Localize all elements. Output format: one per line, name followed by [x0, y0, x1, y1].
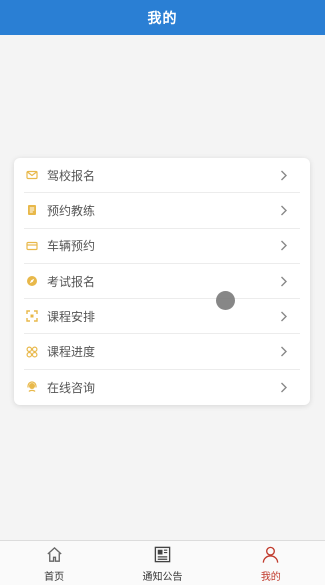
- grid-icon: [25, 345, 39, 359]
- menu-item-online-consult[interactable]: 在线咨询: [24, 370, 300, 405]
- menu-item-course-progress[interactable]: 课程进度: [24, 334, 300, 370]
- expand-icon: [25, 309, 39, 323]
- menu-item-label: 课程进度: [47, 345, 96, 360]
- tab-home[interactable]: 首页: [0, 541, 108, 585]
- touch-indicator: [216, 291, 235, 310]
- card-icon: [25, 239, 39, 253]
- menu-item-label: 驾校报名: [47, 168, 96, 183]
- headset-icon: [25, 380, 39, 394]
- chevron-right-icon: [276, 379, 292, 395]
- menu-item-label: 在线咨询: [47, 380, 96, 395]
- menu-item-book-coach[interactable]: 预约教练: [24, 193, 300, 229]
- menu-item-driving-school-signup[interactable]: 驾校报名: [24, 158, 300, 194]
- menu-item-label: 考试报名: [47, 274, 96, 289]
- header-bar: 我的: [0, 0, 325, 35]
- newspaper-icon: [151, 543, 173, 565]
- user-icon: [260, 543, 282, 565]
- chevron-right-icon: [276, 308, 292, 324]
- tab-label: 我的: [260, 572, 281, 583]
- envelope-icon: [25, 168, 39, 182]
- document-icon: [25, 203, 39, 217]
- menu-item-vehicle-booking[interactable]: 车辆预约: [24, 229, 300, 264]
- menu-item-label: 预约教练: [47, 203, 96, 218]
- menu-item-course-schedule[interactable]: 课程安排: [24, 299, 300, 335]
- home-icon: [43, 543, 65, 565]
- menu-card: 驾校报名 预约教练 车辆预约 考试报名 课程安排 课程进度 在线咨询: [14, 158, 310, 405]
- chevron-right-icon: [276, 167, 292, 183]
- chevron-right-icon: [276, 202, 292, 218]
- chevron-right-icon: [276, 238, 292, 254]
- screen: 我的 驾校报名 预约教练 车辆预约 考试报名 课程安排 课程进度 在线咨询 首页…: [0, 0, 325, 585]
- menu-item-exam-signup[interactable]: 考试报名: [24, 264, 300, 300]
- chevron-right-icon: [276, 344, 292, 360]
- chevron-right-icon: [276, 273, 292, 289]
- compass-icon: [25, 274, 39, 288]
- tab-profile[interactable]: 我的: [217, 541, 325, 585]
- menu-item-label: 课程安排: [47, 309, 96, 324]
- menu-item-label: 车辆预约: [47, 239, 96, 254]
- bottom-tab-bar: 首页 通知公告 我的: [0, 540, 325, 585]
- tab-label: 通知公告: [142, 572, 183, 583]
- tab-notices[interactable]: 通知公告: [108, 541, 216, 585]
- page-title: 我的: [147, 10, 178, 27]
- tab-label: 首页: [44, 572, 65, 583]
